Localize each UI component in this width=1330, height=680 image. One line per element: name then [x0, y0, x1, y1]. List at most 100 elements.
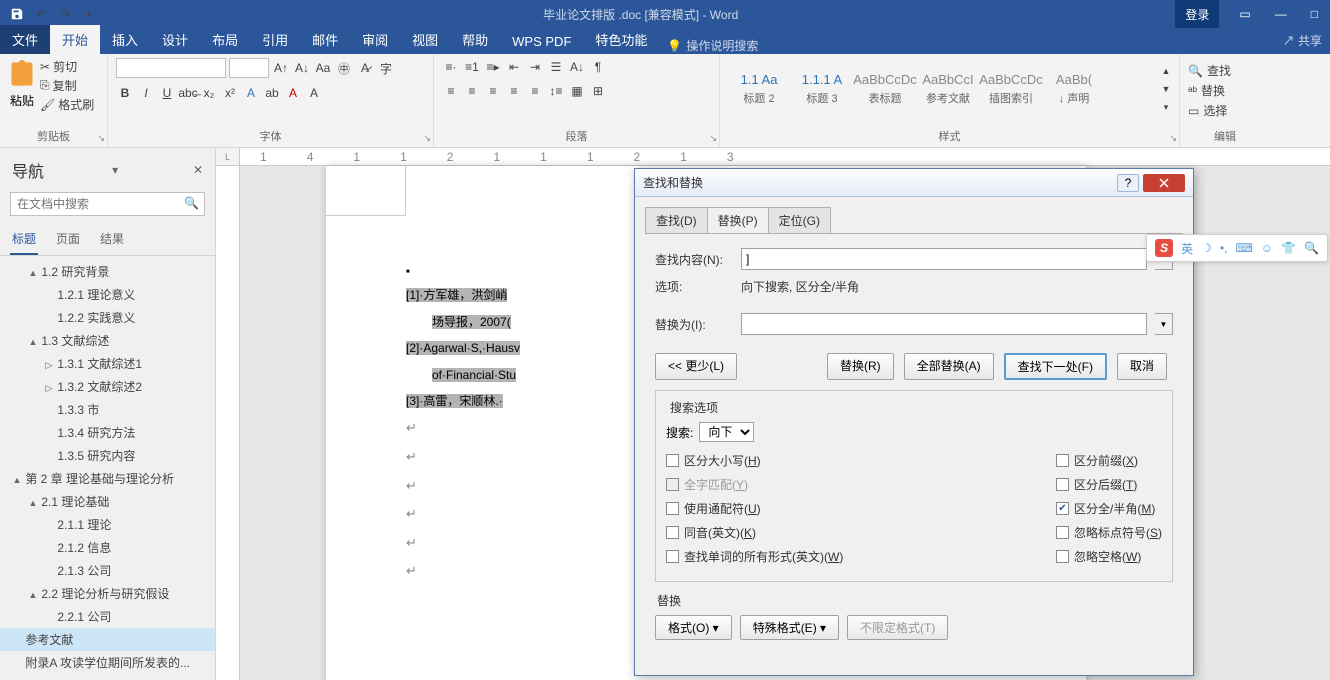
multilevel-list-icon[interactable]: ≡▸: [484, 58, 502, 76]
tree-item[interactable]: ▲ 1.3 文献综述: [0, 329, 215, 352]
select-button[interactable]: ▭选择: [1188, 102, 1262, 119]
change-case-icon[interactable]: Aa: [314, 59, 332, 77]
font-family-input[interactable]: [116, 58, 226, 78]
tree-item[interactable]: 参考文献: [0, 628, 215, 651]
tab-special[interactable]: 特色功能: [583, 25, 659, 54]
styles-scroll-up-icon[interactable]: ▲: [1157, 62, 1175, 80]
tree-item[interactable]: 1.2.2 实践意义: [0, 306, 215, 329]
style-item[interactable]: 1.1.1 A标题 3: [791, 58, 853, 120]
text-effects-icon[interactable]: A: [242, 84, 260, 102]
style-item[interactable]: 1.1 Aa标题 2: [728, 58, 790, 120]
tab-review[interactable]: 审阅: [350, 25, 400, 54]
replace-button[interactable]: ᵃᵇ替换: [1188, 82, 1262, 99]
borders-icon[interactable]: ⊞: [589, 82, 607, 100]
tab-design[interactable]: 设计: [150, 25, 200, 54]
dialog-tab-replace[interactable]: 替换(P): [707, 207, 769, 233]
justify-icon[interactable]: ≡: [505, 82, 523, 100]
tree-item[interactable]: 2.2.1 公司: [0, 605, 215, 628]
dialog-tab-goto[interactable]: 定位(G): [768, 207, 831, 233]
paste-button[interactable]: 粘贴: [8, 58, 36, 109]
nav-tab-pages[interactable]: 页面: [54, 224, 82, 255]
phonetic-guide-icon[interactable]: ㊥: [335, 59, 353, 77]
tell-me[interactable]: 💡 操作说明搜索: [667, 37, 758, 54]
tree-item[interactable]: ▲ 第 2 章 理论基础与理论分析: [0, 467, 215, 490]
special-format-button[interactable]: 特殊格式(E) ▾: [740, 615, 839, 640]
nav-chevron-icon[interactable]: ▾: [112, 163, 125, 177]
superscript-icon[interactable]: x²: [221, 84, 239, 102]
shrink-font-icon[interactable]: A↓: [293, 59, 311, 77]
cut-button[interactable]: ✂剪切: [40, 58, 94, 75]
find-input[interactable]: [741, 248, 1147, 270]
ribbon-options-icon[interactable]: ▭: [1227, 0, 1262, 28]
decrease-indent-icon[interactable]: ⇤: [505, 58, 523, 76]
nav-tab-results[interactable]: 结果: [98, 224, 126, 255]
distributed-icon[interactable]: ≡: [526, 82, 544, 100]
replace-all-button[interactable]: 全部替换(A): [904, 353, 994, 380]
numbering-icon[interactable]: ≡1: [463, 58, 481, 76]
dialog-help-icon[interactable]: ?: [1117, 174, 1139, 192]
checkbox-option[interactable]: 忽略标点符号(S): [1056, 524, 1162, 541]
ime-logo-icon[interactable]: S: [1155, 239, 1173, 257]
style-item[interactable]: AaBbCcI参考文献: [917, 58, 979, 120]
no-format-button[interactable]: 不限定格式(T): [847, 615, 948, 640]
qat-more-icon[interactable]: ▼: [80, 5, 98, 23]
replace-one-button[interactable]: 替换(R): [827, 353, 894, 380]
checkbox-option[interactable]: 区分大小写(H): [666, 452, 843, 469]
replace-input[interactable]: [741, 313, 1147, 335]
font-size-input[interactable]: [229, 58, 269, 78]
dialog-tab-find[interactable]: 查找(D): [645, 207, 708, 233]
checkbox-option[interactable]: 查找单词的所有形式(英文)(W): [666, 548, 843, 565]
enclose-char-icon[interactable]: 字: [377, 59, 395, 77]
style-item[interactable]: AaBbCcDc插图索引: [980, 58, 1042, 120]
increase-indent-icon[interactable]: ⇥: [526, 58, 544, 76]
format-painter-button[interactable]: 🖌格式刷: [40, 96, 94, 113]
ime-keyboard-icon[interactable]: ⌨: [1236, 241, 1253, 255]
checkbox-option[interactable]: 同音(英文)(K): [666, 524, 843, 541]
tab-mailings[interactable]: 邮件: [300, 25, 350, 54]
sort-icon[interactable]: A↓: [568, 58, 586, 76]
ime-lang[interactable]: 英: [1181, 240, 1193, 257]
align-left-icon[interactable]: ≡: [442, 82, 460, 100]
clipboard-launcher-icon[interactable]: ↘: [97, 133, 105, 144]
undo-icon[interactable]: ↶: [32, 5, 50, 23]
tab-references[interactable]: 引用: [250, 25, 300, 54]
tab-insert[interactable]: 插入: [100, 25, 150, 54]
vertical-ruler[interactable]: [216, 166, 240, 680]
redo-icon[interactable]: ↷: [56, 5, 74, 23]
checkbox-option[interactable]: 区分后缀(T): [1056, 476, 1162, 493]
ime-skin-icon[interactable]: 👕: [1281, 241, 1296, 255]
tree-item[interactable]: 2.1.2 信息: [0, 536, 215, 559]
char-shading-icon[interactable]: A: [305, 84, 323, 102]
save-icon[interactable]: [8, 5, 26, 23]
font-color-icon[interactable]: A: [284, 84, 302, 102]
search-icon[interactable]: 🔍: [184, 196, 199, 210]
bullets-icon[interactable]: ≡·: [442, 58, 460, 76]
tree-item[interactable]: 致 谢: [0, 674, 215, 680]
tree-item[interactable]: 2.1.1 理论: [0, 513, 215, 536]
less-button[interactable]: << 更少(L): [655, 353, 737, 380]
copy-button[interactable]: ⎘复制: [40, 77, 94, 94]
nav-close-icon[interactable]: ✕: [193, 163, 203, 177]
tree-item[interactable]: ▲ 2.1 理论基础: [0, 490, 215, 513]
dialog-close-icon[interactable]: [1143, 174, 1185, 192]
grow-font-icon[interactable]: A↑: [272, 59, 290, 77]
shading-icon[interactable]: ▦: [568, 82, 586, 100]
font-launcher-icon[interactable]: ↘: [423, 133, 431, 144]
checkbox-option[interactable]: 使用通配符(U): [666, 500, 843, 517]
clear-format-icon[interactable]: A̷: [356, 59, 374, 77]
tree-item[interactable]: ▷ 1.3.1 文献综述1: [0, 352, 215, 375]
tab-wps-pdf[interactable]: WPS PDF: [500, 29, 583, 54]
ime-moon-icon[interactable]: ☽: [1201, 241, 1212, 255]
checkbox-option[interactable]: 区分前缀(X): [1056, 452, 1162, 469]
ime-search-icon[interactable]: 🔍: [1304, 241, 1319, 255]
tree-item[interactable]: ▲ 1.2 研究背景: [0, 260, 215, 283]
ime-person-icon[interactable]: ☺: [1261, 241, 1273, 255]
underline-icon[interactable]: U: [158, 84, 176, 102]
horizontal-ruler[interactable]: 14112111213: [240, 148, 1330, 166]
line-spacing-icon[interactable]: ↕≡: [547, 82, 565, 100]
ruler-corner[interactable]: L: [216, 148, 240, 166]
tab-help[interactable]: 帮助: [450, 25, 500, 54]
highlight-icon[interactable]: ab: [263, 84, 281, 102]
tree-item[interactable]: 1.3.5 研究内容: [0, 444, 215, 467]
tab-home[interactable]: 开始: [50, 25, 100, 54]
